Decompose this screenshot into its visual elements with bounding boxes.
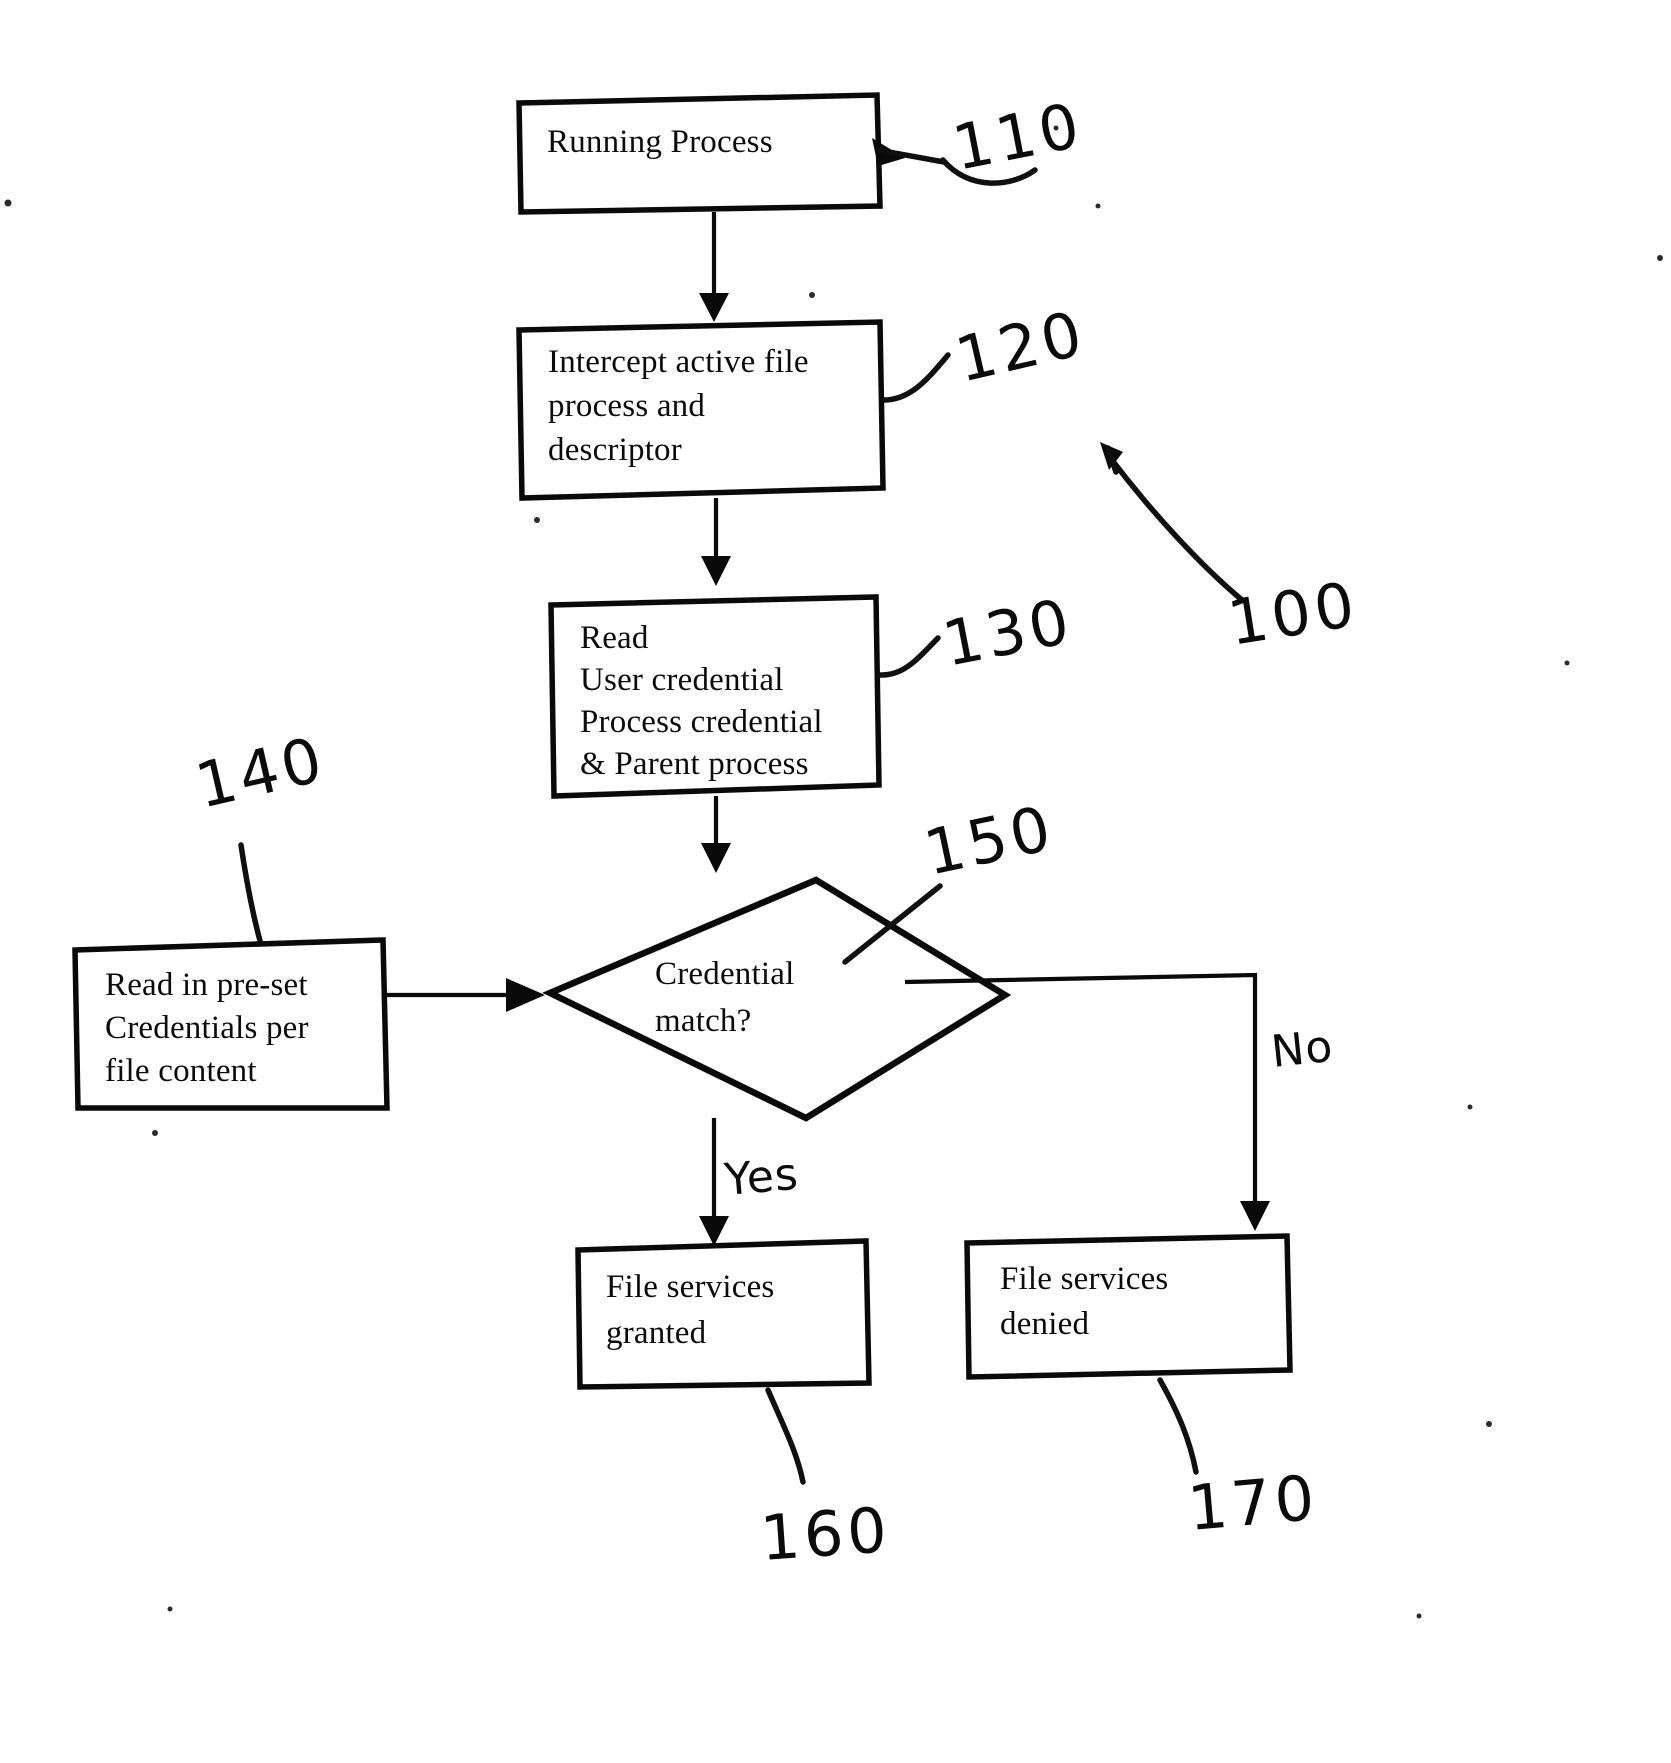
node-120-label-line1: Intercept active file: [548, 344, 809, 380]
ref-callout-140: 140: [189, 722, 332, 951]
patent-figure-canvas: Running Process 110 Intercept active fil…: [0, 0, 1671, 1763]
ref-callout-160: 160: [758, 1387, 893, 1575]
edge-140-to-150: [387, 978, 545, 1012]
ref-numeral-150: 150: [918, 791, 1061, 890]
node-160-file-services-granted[interactable]: File services granted: [575, 1238, 872, 1390]
ref-callout-170: 170: [1157, 1377, 1321, 1545]
ref-numeral-130: 130: [937, 584, 1079, 681]
edge-label-yes: Yes: [722, 1149, 801, 1206]
node-150-diamond[interactable]: [542, 876, 1012, 1122]
edge-no-arrowhead: [1240, 1201, 1270, 1231]
node-130-label-line2: User credential: [580, 662, 784, 698]
ref-numeral-100: 100: [1223, 567, 1363, 659]
node-140-label-line1: Read in pre-set: [105, 967, 308, 1003]
ref-callout-120: 120: [881, 296, 1092, 403]
node-140-label-line2: Credentials per: [105, 1010, 309, 1046]
node-110-running-process[interactable]: Running Process: [516, 92, 883, 215]
edge-120-130-arrowhead: [701, 556, 731, 586]
node-150-credential-match-decision[interactable]: Credential match?: [542, 876, 1012, 1122]
node-150-label-line1: Credential: [655, 956, 794, 992]
edge-yes-arrowhead: [699, 1216, 729, 1246]
node-140-label-line3: file content: [105, 1053, 257, 1089]
ref-numeral-170: 170: [1185, 1461, 1321, 1545]
edge-130-150-arrowhead: [701, 843, 731, 873]
node-170-label-line1: File services: [1000, 1261, 1168, 1297]
node-130-label-line3: Process credential: [580, 704, 823, 740]
node-170-label-line2: denied: [1000, 1306, 1089, 1342]
edge-140-150-arrowhead: [506, 978, 545, 1012]
edge-label-no: No: [1269, 1021, 1336, 1078]
ref-callout-110: 110: [872, 88, 1089, 186]
node-110-label: Running Process: [547, 124, 773, 160]
node-170-file-services-denied[interactable]: File services denied: [964, 1233, 1293, 1380]
node-130-label-line4: & Parent process: [580, 746, 809, 782]
node-130-label-line1: Read: [580, 620, 649, 656]
ref-numeral-160: 160: [758, 1493, 893, 1575]
node-120-label-line2: process and: [548, 388, 705, 424]
node-120-label-line3: descriptor: [548, 432, 682, 468]
ref-callout-100: 100: [1100, 442, 1363, 660]
ref-numeral-110: 110: [947, 88, 1089, 185]
node-140-read-preset-credentials[interactable]: Read in pre-set Credentials per file con…: [72, 937, 390, 1111]
ref-numeral-120: 120: [949, 296, 1092, 396]
edge-110-120-arrowhead: [699, 293, 729, 322]
ref-numeral-140: 140: [189, 722, 332, 822]
flowchart-svg: Running Process 110 Intercept active fil…: [0, 0, 1671, 1763]
edge-130-to-150: [701, 796, 731, 873]
node-160-label-line2: granted: [606, 1315, 707, 1351]
ref-callout-150: 150: [842, 791, 1061, 965]
ref-callout-130: 130: [877, 584, 1079, 681]
node-130-read-credentials[interactable]: Read User credential Process credential …: [548, 594, 882, 799]
node-160-label-line1: File services: [606, 1269, 774, 1305]
node-120-intercept-active-file[interactable]: Intercept active file process and descri…: [516, 319, 886, 501]
edge-110-to-120: [699, 212, 729, 322]
node-160-rect[interactable]: [575, 1238, 872, 1390]
edge-150-to-160-yes: Yes: [699, 1118, 801, 1246]
edge-120-to-130: [701, 498, 731, 586]
node-150-label-line2: match?: [655, 1003, 751, 1039]
